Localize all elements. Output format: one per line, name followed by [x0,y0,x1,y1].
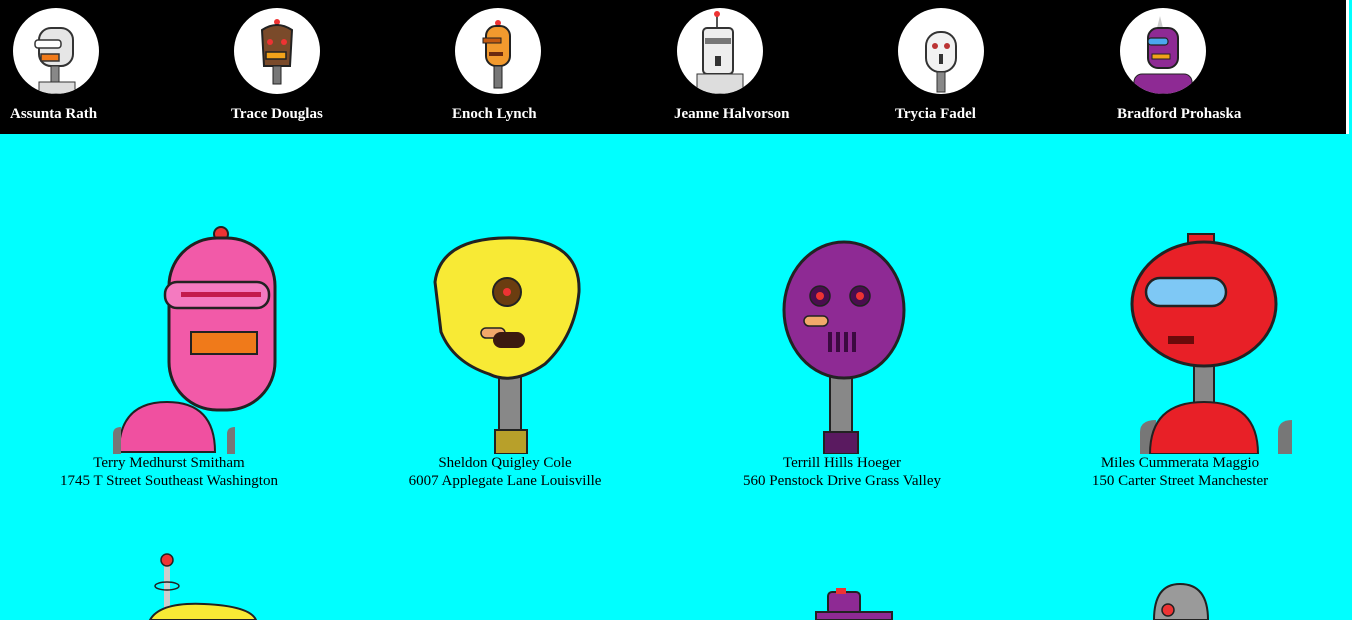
robot-address: 560 Penstock Drive Grass Valley [742,473,942,489]
top-robot-bar: Assunta Rath Trace Douglas Enoch Lynch J… [0,0,1349,134]
top-robot-card[interactable]: Assunta Rath [10,8,210,128]
white-antenna-robot-avatar-icon[interactable] [677,8,763,94]
robot-address: 1745 T Street Southeast Washington [60,473,278,489]
gray-dome-robot-icon[interactable] [1148,580,1218,620]
purple-robot-avatar-icon[interactable] [1120,8,1206,94]
robot-name: Sheldon Quigley Cole [438,455,572,471]
purple-robot-icon [782,240,906,454]
top-robot-name: Bradford Prohaska [1117,106,1242,122]
top-robot-card[interactable]: Trace Douglas [231,8,431,128]
orange-robot-avatar-icon[interactable] [455,8,541,94]
robot-name: Terrill Hills Hoeger [782,455,902,471]
top-robot-name: Trycia Fadel [895,106,976,122]
top-robot-card[interactable]: Enoch Lynch [452,8,652,128]
top-robot-name: Enoch Lynch [452,106,537,122]
white-robot-avatar-icon[interactable] [13,8,99,94]
top-robot-card[interactable]: Bradford Prohaska [1117,8,1317,128]
pink-robot-icon [113,226,277,454]
purple-hat-robot-icon[interactable] [810,588,900,620]
robot-name: Miles Cummerata Maggio [1100,455,1260,471]
robot-address: 150 Carter Street Manchester [1091,473,1269,489]
robot-name: Terry Medhurst Smitham [93,455,245,471]
robot-card[interactable]: Terry Medhurst Smitham 1745 T Street Sou… [9,222,329,490]
top-robot-name: Jeanne Halvorson [674,106,790,122]
white-round-robot-avatar-icon[interactable] [898,8,984,94]
top-robot-card[interactable]: Trycia Fadel [895,8,1095,128]
robot-card[interactable]: Terrill Hills Hoeger 560 Penstock Drive … [682,222,1002,490]
brown-robot-avatar-icon[interactable] [234,8,320,94]
top-robot-name: Trace Douglas [231,106,323,122]
yellow-antenna-robot-icon[interactable] [140,550,260,620]
top-robot-name: Assunta Rath [10,106,98,122]
red-robot-icon [1130,233,1292,454]
robot-card[interactable]: Sheldon Quigley Cole 6007 Applegate Lane… [345,222,665,490]
top-robot-card[interactable]: Jeanne Halvorson [674,8,874,128]
robot-card[interactable]: Miles Cummerata Maggio 150 Carter Street… [1020,222,1340,490]
robot-address: 6007 Applegate Lane Louisville [408,473,602,489]
yellow-robot-icon [433,236,581,454]
scrollbar[interactable] [1346,0,1349,134]
